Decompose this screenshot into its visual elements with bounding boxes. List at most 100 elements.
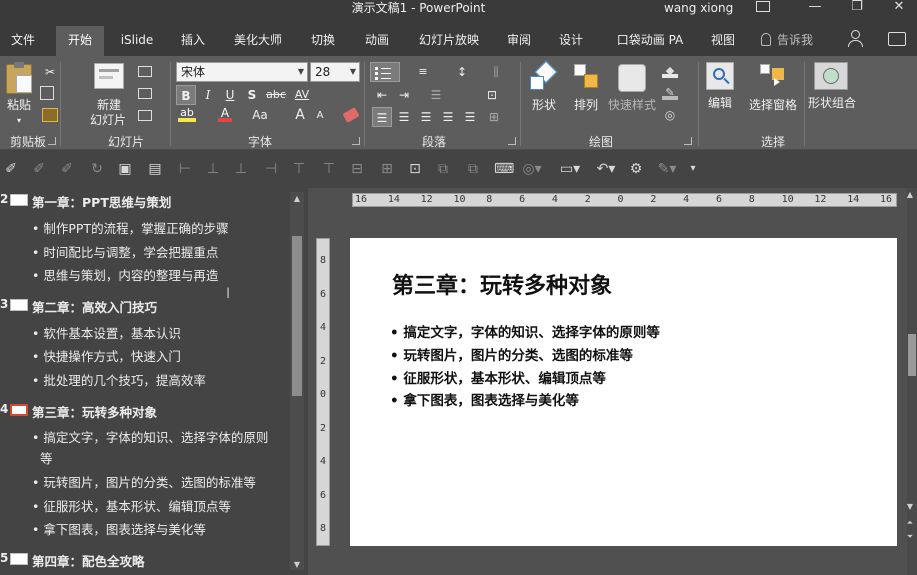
shape-effects-icon[interactable]: ◎ [662,108,678,122]
close-button[interactable]: ✕ [880,0,917,18]
keyboard-icon[interactable]: ⌨ [494,160,514,178]
outline-bullet[interactable]: • 征服形状，基本形状、编辑顶点等 [32,496,231,515]
drawing-launcher-icon[interactable] [684,137,692,145]
paragraph-launcher-icon[interactable] [508,137,516,145]
editing-button[interactable]: 编辑 [702,96,738,111]
tab-transitions[interactable]: 切换 [302,26,344,56]
scroll-up-icon[interactable]: ▲ [904,190,916,199]
eyedropper-dim-icon[interactable]: ✐ [30,160,48,178]
scroll-up-icon[interactable]: ▲ [290,194,304,203]
cut-icon[interactable]: ✂ [40,62,60,82]
shape-fill-icon[interactable]: ◆ [662,64,678,78]
font-launcher-icon[interactable] [352,137,360,145]
numbering-button[interactable]: ≡ [408,62,438,82]
outline-slide-title[interactable]: 第一章：PPT思维与策划 [32,192,171,211]
line-spacing-button[interactable]: ↕ [448,62,476,82]
outline-bullet[interactable]: • 思维与策划，内容的整理与再造 [32,265,218,284]
scroll-down-icon[interactable]: ▼ [904,502,916,511]
shrink-font-button[interactable]: A [310,106,330,126]
shapes-button[interactable]: 形状 [526,98,562,113]
ribbon-display-icon[interactable] [756,1,770,12]
format-painter-icon[interactable] [42,108,58,122]
next-slide-icon[interactable]: ⏷ [904,532,916,542]
reset-slide-icon[interactable] [138,88,152,99]
align-left-button[interactable]: ☰ [372,107,392,127]
tab-review[interactable]: 审阅 [498,26,540,56]
quick-styles-button[interactable]: 快速样式 [606,98,658,113]
restore-button[interactable]: ❐ [838,0,876,18]
editor-scroll-thumb[interactable] [908,334,916,376]
align-center-objects-icon[interactable]: ⊥ [204,160,222,178]
tab-design[interactable]: 设计 [550,26,592,56]
change-case-button[interactable]: Aa [248,105,272,125]
align-right-objects-icon[interactable]: ⊣ [262,160,280,178]
outline-slide-title-selected[interactable]: 第三章：玩转多种对象 [32,402,157,421]
align-right-button[interactable]: ☰ [416,107,436,127]
font-size-select[interactable]: 28 ▼ [310,62,360,82]
shapes-icon[interactable] [530,60,558,92]
italic-button[interactable]: I [198,85,218,105]
increase-indent-icon[interactable]: ⇥ [394,85,414,105]
outline-scroll-thumb[interactable] [292,236,302,396]
outline-bullet[interactable]: • 搞定文字，字体的知识、选择字体的原则 [32,427,268,446]
slide-title[interactable]: 第三章：玩转多种对象 [392,268,612,300]
align-bottom-objects-icon[interactable]: ⊥ [232,160,250,178]
underline-button[interactable]: U [220,85,240,105]
arrange-button[interactable]: 排列 [568,98,604,113]
slide-thumbnail-icon[interactable] [10,299,28,311]
text-direction-icon[interactable]: ⫼ [482,62,510,82]
tab-islide[interactable]: iSlide [114,26,160,56]
tab-insert[interactable]: 插入 [172,26,214,56]
arrange-icon[interactable] [574,64,600,92]
bold-button[interactable]: B [176,85,196,105]
paste-dropdown-arrow[interactable]: ▾ [12,113,26,128]
tab-slideshow[interactable]: 幻灯片放映 [410,26,488,56]
previous-slide-icon[interactable]: ⏶ [904,518,916,528]
font-name-select[interactable]: 宋体 ▼ [176,62,308,82]
outline-bullet[interactable]: • 拿下图表，图表选择与美化等 [32,519,206,538]
new-slide-icon[interactable] [94,63,124,89]
outline-bullet[interactable]: • 快捷操作方式，快速入门 [32,346,181,365]
distribute-icon[interactable]: ⊤ [290,160,308,178]
tell-me-search[interactable]: 告诉我 [777,26,813,56]
copy-icon[interactable] [40,86,54,100]
decrease-indent-icon[interactable]: ⇤ [372,85,392,105]
tab-beautify-master[interactable]: 美化大师 [226,26,290,56]
ungroup-objects-icon[interactable]: ⧉ [464,160,482,178]
outline-bullet[interactable]: • 玩转图片，图片的分类、选图的标准等 [32,472,256,491]
clipboard-launcher-icon[interactable] [48,137,56,145]
rotate-icon[interactable]: ↻ [88,160,106,178]
align-top-objects-icon[interactable]: ⊤ [320,160,338,178]
align-left-objects-icon[interactable]: ⊢ [176,160,194,178]
eyedropper-icon[interactable]: ✐ [2,160,20,178]
text-shadow-button[interactable]: S [242,85,262,105]
scroll-down-icon[interactable]: ▼ [290,560,304,569]
slide-bullet[interactable]: • 征服形状，基本形状、编辑顶点等 [390,367,606,387]
quick-styles-icon[interactable] [618,64,646,92]
justify-button[interactable]: ☰ [438,107,458,127]
character-spacing-button[interactable]: AV [290,85,314,105]
slide-thumbnail-selected-icon[interactable] [10,404,28,416]
distribute-vertical-icon[interactable]: ⊞ [378,160,396,178]
minimize-button[interactable]: — [796,0,834,18]
editor-scrollbar[interactable] [907,188,917,575]
shape-union-icon[interactable]: ◎▾ [520,160,544,178]
font-color-icon[interactable]: A [218,107,232,122]
grow-font-button[interactable]: A [290,105,310,125]
paste-icon[interactable] [6,62,32,94]
tab-pocket-animation[interactable]: 口袋动画 PA [608,26,692,56]
customize-qat-icon[interactable]: ▾ [686,160,700,178]
outline-slide-title[interactable]: 第二章：高效入门技巧 [32,297,157,316]
tab-file[interactable]: 文件 [2,26,44,56]
share-person-icon[interactable] [848,30,864,48]
layout-icon[interactable] [138,66,152,77]
outline-bullet[interactable]: • 制作PPT的流程，掌握正确的步骤 [32,218,229,237]
outline-slide-title[interactable]: 第四章：配色全攻略 [32,551,145,570]
align-middle-objects-icon[interactable]: ⊟ [348,160,366,178]
shape-combine-icon[interactable] [814,62,848,90]
editing-search-icon[interactable] [706,62,734,90]
tab-animations[interactable]: 动画 [356,26,398,56]
tab-view[interactable]: 视图 [702,26,744,56]
outline-bullet[interactable]: • 批处理的几个技巧，提高效率 [32,370,206,389]
horizontal-ruler[interactable]: 16 14 12 10 8 6 4 2 0 2 4 6 8 10 12 14 16 [352,193,897,207]
